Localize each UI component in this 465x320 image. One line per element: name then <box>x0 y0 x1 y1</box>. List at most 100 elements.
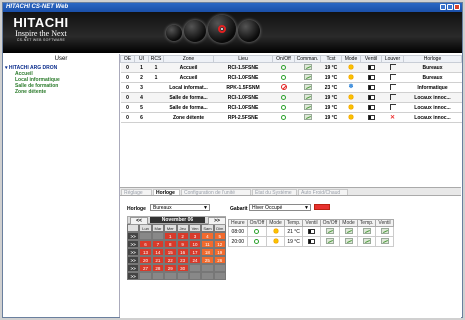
calendar-day[interactable]: 4 <box>201 232 214 240</box>
schedule-row[interactable]: 08:00 21 °C <box>228 226 394 237</box>
louver-cell[interactable] <box>381 92 404 103</box>
ventil-cell[interactable] <box>360 62 382 73</box>
calendar-day[interactable]: 27 <box>139 264 152 272</box>
calendar-day[interactable]: 10 <box>188 240 202 248</box>
mode-cell[interactable] <box>341 92 361 103</box>
schedule-onoff[interactable] <box>246 226 268 237</box>
onoff-cell[interactable] <box>272 112 295 123</box>
calendar-day[interactable]: 12 <box>213 240 226 248</box>
calendar-day[interactable]: 3 <box>188 232 202 240</box>
calendar-next-button[interactable]: >> <box>208 217 226 225</box>
calendar-day[interactable]: 8 <box>164 240 177 248</box>
louver-cell[interactable] <box>381 82 404 93</box>
schedule-mode[interactable] <box>266 226 285 237</box>
calendar-day[interactable]: 23 <box>176 256 189 264</box>
column-header[interactable]: Lieu <box>213 55 273 63</box>
schedule-command-cell[interactable] <box>375 236 394 247</box>
column-header[interactable]: Louver <box>381 55 404 63</box>
mode-cell[interactable]: ❄ <box>341 82 361 93</box>
calendar-day[interactable]: 24 <box>188 256 202 264</box>
table-row[interactable]: 0 2 1 Accueil RCI-1.0FSNE 19 °C Bureaux <box>120 72 462 83</box>
calendar-day[interactable]: 7 <box>151 240 165 248</box>
schedule-ventil[interactable] <box>302 226 321 237</box>
close-button[interactable] <box>454 4 460 10</box>
calendar-day[interactable]: 2 <box>176 232 189 240</box>
calendar-day[interactable]: 22 <box>164 256 177 264</box>
tree-item-zone-detente[interactable]: Zone détente <box>5 89 60 95</box>
column-header[interactable]: OE <box>120 55 135 63</box>
mode-cell[interactable] <box>341 72 361 83</box>
louver-cell[interactable] <box>381 102 404 113</box>
louver-cell[interactable] <box>381 72 404 83</box>
louver-cell[interactable] <box>381 62 404 73</box>
week-select-button[interactable]: >> <box>127 240 140 248</box>
gabarit-select[interactable]: Hiver Occupé ▼ <box>249 204 311 211</box>
week-select-button[interactable]: >> <box>127 264 140 272</box>
calendar-day[interactable]: 29 <box>164 264 177 272</box>
onoff-cell[interactable] <box>272 102 295 113</box>
ventil-cell[interactable] <box>360 82 382 93</box>
ventil-cell[interactable] <box>360 92 382 103</box>
mode-cell[interactable] <box>341 102 361 113</box>
horloge-select[interactable]: Bureaux ▼ <box>150 204 210 211</box>
calendar-day[interactable]: 5 <box>213 232 226 240</box>
week-select-button[interactable]: >> <box>127 232 140 240</box>
command-cell[interactable] <box>294 72 321 83</box>
maximize-button[interactable] <box>447 4 453 10</box>
onoff-cell[interactable] <box>272 82 295 93</box>
calendar-day[interactable]: 6 <box>139 240 152 248</box>
schedule-row[interactable]: 20:00 19 °C <box>228 236 394 247</box>
minimize-button[interactable] <box>440 4 446 10</box>
command-cell[interactable] <box>294 112 321 123</box>
schedule-mode[interactable] <box>266 236 285 247</box>
schedule-command-cell[interactable] <box>319 226 341 237</box>
calendar-day[interactable]: 13 <box>139 248 152 256</box>
column-header[interactable]: On/Off <box>272 55 295 63</box>
table-row[interactable]: 0 3 Local informat... RPK-1.5FSNM 23 °C ❄ Info… <box>120 82 462 93</box>
calendar-day[interactable]: 9 <box>176 240 189 248</box>
calendar-day[interactable]: 19 <box>213 248 226 256</box>
onoff-cell[interactable] <box>272 62 295 73</box>
louver-cell[interactable]: ✕ <box>381 112 404 123</box>
column-header[interactable]: Horloge <box>403 55 462 63</box>
calendar-day[interactable]: 18 <box>201 248 214 256</box>
command-cell[interactable] <box>294 62 321 73</box>
onoff-cell[interactable] <box>272 72 295 83</box>
command-cell[interactable] <box>294 102 321 113</box>
column-header[interactable]: Tcst <box>320 55 342 63</box>
column-header[interactable]: Mode <box>341 55 361 63</box>
column-header[interactable]: Zone <box>163 55 214 63</box>
week-select-button[interactable]: >> <box>127 272 140 280</box>
calendar-day[interactable]: 26 <box>213 256 226 264</box>
schedule-onoff[interactable] <box>246 236 268 247</box>
calendar-day[interactable]: 15 <box>164 248 177 256</box>
calendar-day[interactable]: 14 <box>151 248 165 256</box>
schedule-command-cell[interactable] <box>339 226 358 237</box>
calendar-day[interactable]: 16 <box>176 248 189 256</box>
mode-cell[interactable] <box>341 62 361 73</box>
mode-cell[interactable] <box>341 112 361 123</box>
week-select-button[interactable]: >> <box>127 256 140 264</box>
schedule-command-cell[interactable] <box>356 226 377 237</box>
calendar-day[interactable]: 20 <box>139 256 152 264</box>
column-header[interactable]: Comman. <box>294 55 321 63</box>
schedule-command-cell[interactable] <box>356 236 377 247</box>
table-row[interactable]: 0 4 Salle de forma... RCI-1.0FSNE 19 °C Locau… <box>120 92 462 103</box>
schedule-ventil[interactable] <box>302 236 321 247</box>
calendar-day[interactable]: 17 <box>188 248 202 256</box>
calendar-prev-button[interactable]: << <box>130 217 148 225</box>
command-cell[interactable] <box>294 92 321 103</box>
column-header[interactable]: UI <box>134 55 149 63</box>
calendar-day[interactable]: 30 <box>176 264 189 272</box>
calendar-day[interactable]: 11 <box>201 240 214 248</box>
calendar-day[interactable]: 28 <box>151 264 165 272</box>
table-row[interactable]: 0 6 Zone détente RPI-2.5FSNE 19 °C ✕ Locaux in… <box>120 112 462 123</box>
ventil-cell[interactable] <box>360 112 382 123</box>
table-row[interactable]: 0 1 1 Accueil RCI-1.5FSNE 19 °C Bureaux <box>120 62 462 73</box>
table-row[interactable]: 0 5 Salle de forma... RCI-1.0FSNE 19 °C Locau… <box>120 102 462 113</box>
onoff-cell[interactable] <box>272 92 295 103</box>
schedule-command-cell[interactable] <box>319 236 341 247</box>
calendar-day[interactable]: 21 <box>151 256 165 264</box>
command-cell[interactable] <box>294 82 321 93</box>
calendar-day[interactable]: 25 <box>201 256 214 264</box>
